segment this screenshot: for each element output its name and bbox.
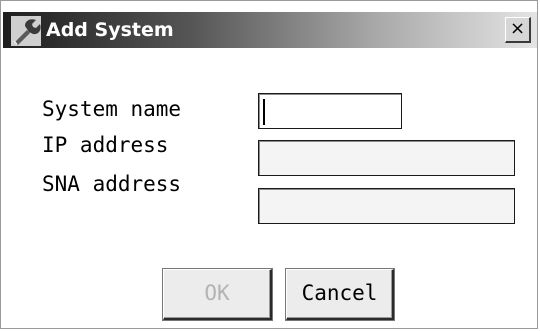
add-system-dialog: Add System × System name IP address SNA … (0, 0, 538, 329)
window-title: Add System (46, 19, 174, 41)
sna-address-input[interactable] (258, 188, 515, 224)
wrench-tool-icon (11, 16, 41, 46)
text-caret (263, 99, 265, 125)
ip-address-label: IP address (42, 133, 169, 157)
system-name-input[interactable] (258, 93, 402, 129)
close-button[interactable]: × (505, 17, 531, 43)
cancel-button[interactable]: Cancel (285, 268, 395, 321)
close-icon: × (509, 18, 526, 39)
ok-button[interactable]: OK (162, 268, 273, 321)
sna-address-label: SNA address (42, 172, 182, 196)
system-name-label: System name (42, 97, 182, 121)
title-bar[interactable]: Add System × (3, 12, 537, 48)
ip-address-input[interactable] (258, 140, 515, 176)
